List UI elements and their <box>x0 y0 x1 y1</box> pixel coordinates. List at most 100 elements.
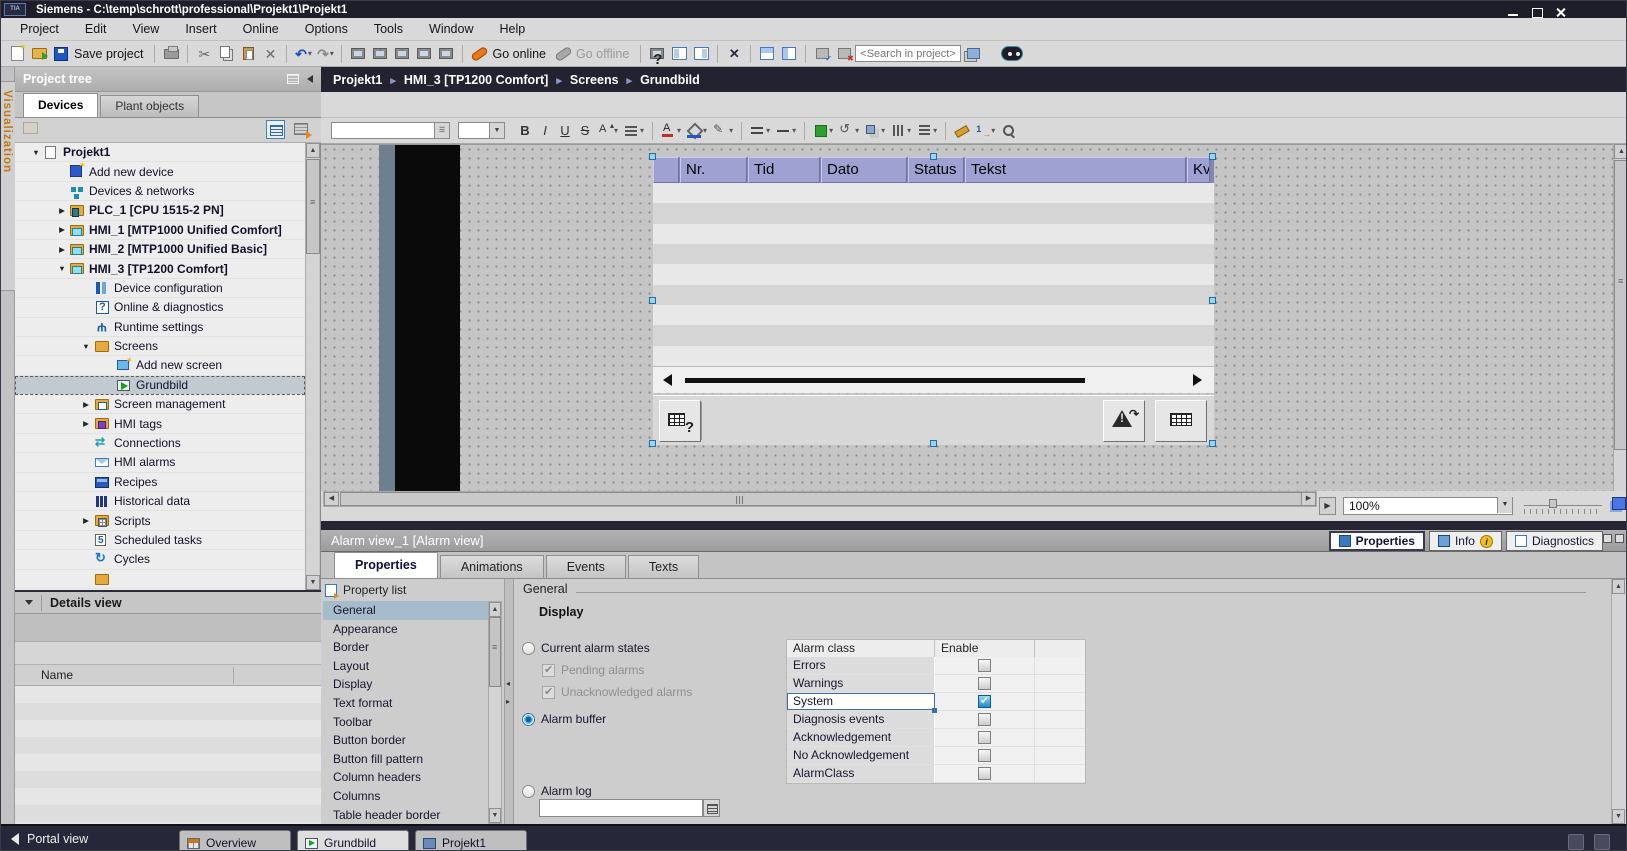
tree-item[interactable]: Cycles <box>15 550 305 569</box>
go-offline-label[interactable]: Go offline <box>576 47 629 61</box>
menu-item[interactable]: Help <box>486 18 538 40</box>
inspector-side-tab[interactable]: Properties <box>1329 531 1425 551</box>
enable-checkbox[interactable] <box>978 749 991 762</box>
distribute-columns-button[interactable]: ▾ <box>889 121 913 141</box>
alarm-view-control[interactable]: Nr.TidDatoStatusTekstKvitt ↷ <box>653 157 1214 445</box>
property-nav-item[interactable]: Column headers <box>323 768 488 787</box>
border-pen-button[interactable]: ▾ <box>711 121 735 141</box>
tree-item[interactable]: Scheduled tasks <box>15 531 305 550</box>
scroll-right-icon[interactable] <box>1193 374 1202 386</box>
scroll-right-page-button[interactable]: ▶ <box>1319 497 1336 515</box>
editor-tab[interactable]: Overview <box>179 830 291 851</box>
scroll-thumb[interactable] <box>340 492 1302 506</box>
expand-arrow-icon[interactable] <box>31 148 41 157</box>
restore-icon[interactable] <box>1530 5 1544 19</box>
selection-handle[interactable] <box>1209 297 1216 304</box>
property-nav-scrollbar[interactable]: ▲ ▼ <box>488 601 502 824</box>
alarm-class-row[interactable]: Warnings <box>787 675 1085 693</box>
property-nav-item[interactable]: Display <box>323 675 488 694</box>
tree-item[interactable]: Screens <box>15 337 305 356</box>
enable-checkbox[interactable] <box>978 713 991 726</box>
portal-view-button[interactable]: Portal view <box>11 832 88 846</box>
distribute-rows-button[interactable]: ▾ <box>915 121 939 141</box>
collapse-inspector-icon[interactable] <box>1615 534 1624 543</box>
line-style-button[interactable]: ▾ <box>748 121 772 141</box>
alarm-view-column-header[interactable] <box>653 157 679 183</box>
scroll-up-icon[interactable]: ▲ <box>306 143 320 158</box>
alarm-class-name[interactable]: System <box>787 693 935 710</box>
menu-item[interactable]: Tools <box>361 18 416 40</box>
go-offline-button[interactable] <box>552 43 574 65</box>
tree-item[interactable]: Device configuration <box>15 279 305 298</box>
alarm-view-column-header[interactable]: Status <box>908 157 964 183</box>
alarm-class-name[interactable]: AlarmClass <box>787 765 935 782</box>
alarm-list-button[interactable] <box>1155 400 1207 442</box>
undo-button[interactable]: ↶▾ <box>292 43 314 65</box>
menu-item[interactable]: View <box>119 18 172 40</box>
breadcrumb-item[interactable]: Projekt1 <box>333 73 404 87</box>
property-nav-item[interactable]: General <box>323 601 488 620</box>
search-scope-button[interactable] <box>961 43 983 65</box>
tree-item[interactable]: HMI tags <box>15 414 305 433</box>
menu-item[interactable]: Options <box>292 18 361 40</box>
alarm-view-column-header[interactable]: Tid <box>748 157 820 183</box>
editor-tab[interactable]: Grundbild <box>297 830 409 851</box>
expand-arrow-icon[interactable] <box>81 419 91 428</box>
menu-item[interactable]: Edit <box>72 18 120 40</box>
tree-item[interactable]: HMI_3 [TP1200 Comfort] <box>15 259 305 278</box>
alarm-class-name[interactable]: Warnings <box>787 675 935 692</box>
zoom-slider-knob[interactable] <box>1549 499 1557 508</box>
scroll-down-icon[interactable]: ▼ <box>489 808 501 823</box>
scroll-down-icon[interactable]: ▼ <box>306 575 320 590</box>
tree-item[interactable]: Add new screen <box>15 356 305 375</box>
selection-handle[interactable] <box>649 297 656 304</box>
scroll-up-icon[interactable]: ▲ <box>1614 144 1627 159</box>
tab-order-button[interactable]: ▾ <box>973 121 997 141</box>
property-nav-item[interactable]: Table header border <box>323 806 488 824</box>
underline-button[interactable]: U <box>556 121 574 141</box>
alarm-view-column-header[interactable]: Dato <box>821 157 907 183</box>
acknowledge-alarm-button[interactable]: ↷ <box>1103 400 1145 442</box>
alarm-class-name[interactable]: Errors <box>787 657 935 674</box>
alarm-class-column-header[interactable]: Alarm class <box>787 640 935 657</box>
alarm-class-row[interactable]: No Acknowledgement <box>787 747 1085 765</box>
display-option[interactable]: Alarm log <box>522 783 592 799</box>
inspector-tab[interactable]: Properties <box>334 552 438 578</box>
tray-icon[interactable] <box>1594 834 1610 850</box>
copy-button[interactable] <box>215 43 237 65</box>
canvas-vertical-scrollbar[interactable]: ▲ ▼ <box>1613 144 1627 506</box>
stop-runtime-button[interactable] <box>435 43 457 65</box>
keep-layout-button[interactable] <box>811 43 833 65</box>
tree-item[interactable]: Historical data <box>15 492 305 511</box>
inspector-side-tab[interactable]: Info i <box>1429 531 1502 551</box>
property-nav-item[interactable]: Button border <box>323 731 488 750</box>
open-project-button[interactable] <box>28 43 50 65</box>
delete-button[interactable]: ✕ <box>259 43 281 65</box>
details-view-toggle-icon[interactable] <box>266 120 285 139</box>
display-option[interactable]: Pending alarms <box>542 662 644 678</box>
font-family-combo[interactable] <box>331 122 435 139</box>
compile-button[interactable] <box>347 43 369 65</box>
upload-button[interactable] <box>391 43 413 65</box>
alarm-class-row[interactable]: AlarmClass <box>787 765 1085 783</box>
project-tree-tab[interactable]: Plant objects <box>100 95 199 117</box>
property-nav-item[interactable]: Button fill pattern <box>323 750 488 769</box>
tree-item[interactable]: HMI_2 [MTP1000 Unified Basic] <box>15 240 305 259</box>
tree-item[interactable]: PLC_1 [CPU 1515-2 PN] <box>15 201 305 220</box>
alarm-class-row[interactable]: Acknowledgement <box>787 729 1085 747</box>
display-option[interactable]: Alarm buffer <box>522 711 606 727</box>
selection-handle[interactable] <box>1209 153 1216 160</box>
tree-item[interactable]: Devices & networks <box>15 182 305 201</box>
reset-layout-button[interactable] <box>833 43 855 65</box>
selection-handle[interactable] <box>930 440 937 447</box>
tree-item[interactable]: Scripts <box>15 511 305 530</box>
expand-arrow-icon[interactable] <box>57 225 67 234</box>
alarm-view-column-header[interactable]: Nr. <box>680 157 747 183</box>
property-nav-item[interactable]: Layout <box>323 657 488 676</box>
alarm-class-row[interactable]: Diagnosis events <box>787 711 1085 729</box>
project-tree-tab[interactable]: Devices <box>23 93 98 117</box>
scroll-thumb[interactable] <box>306 159 320 254</box>
tree-item[interactable]: Recipes <box>15 473 305 492</box>
float-inspector-icon[interactable] <box>1603 534 1612 543</box>
align-button[interactable]: ▾ <box>622 121 646 141</box>
